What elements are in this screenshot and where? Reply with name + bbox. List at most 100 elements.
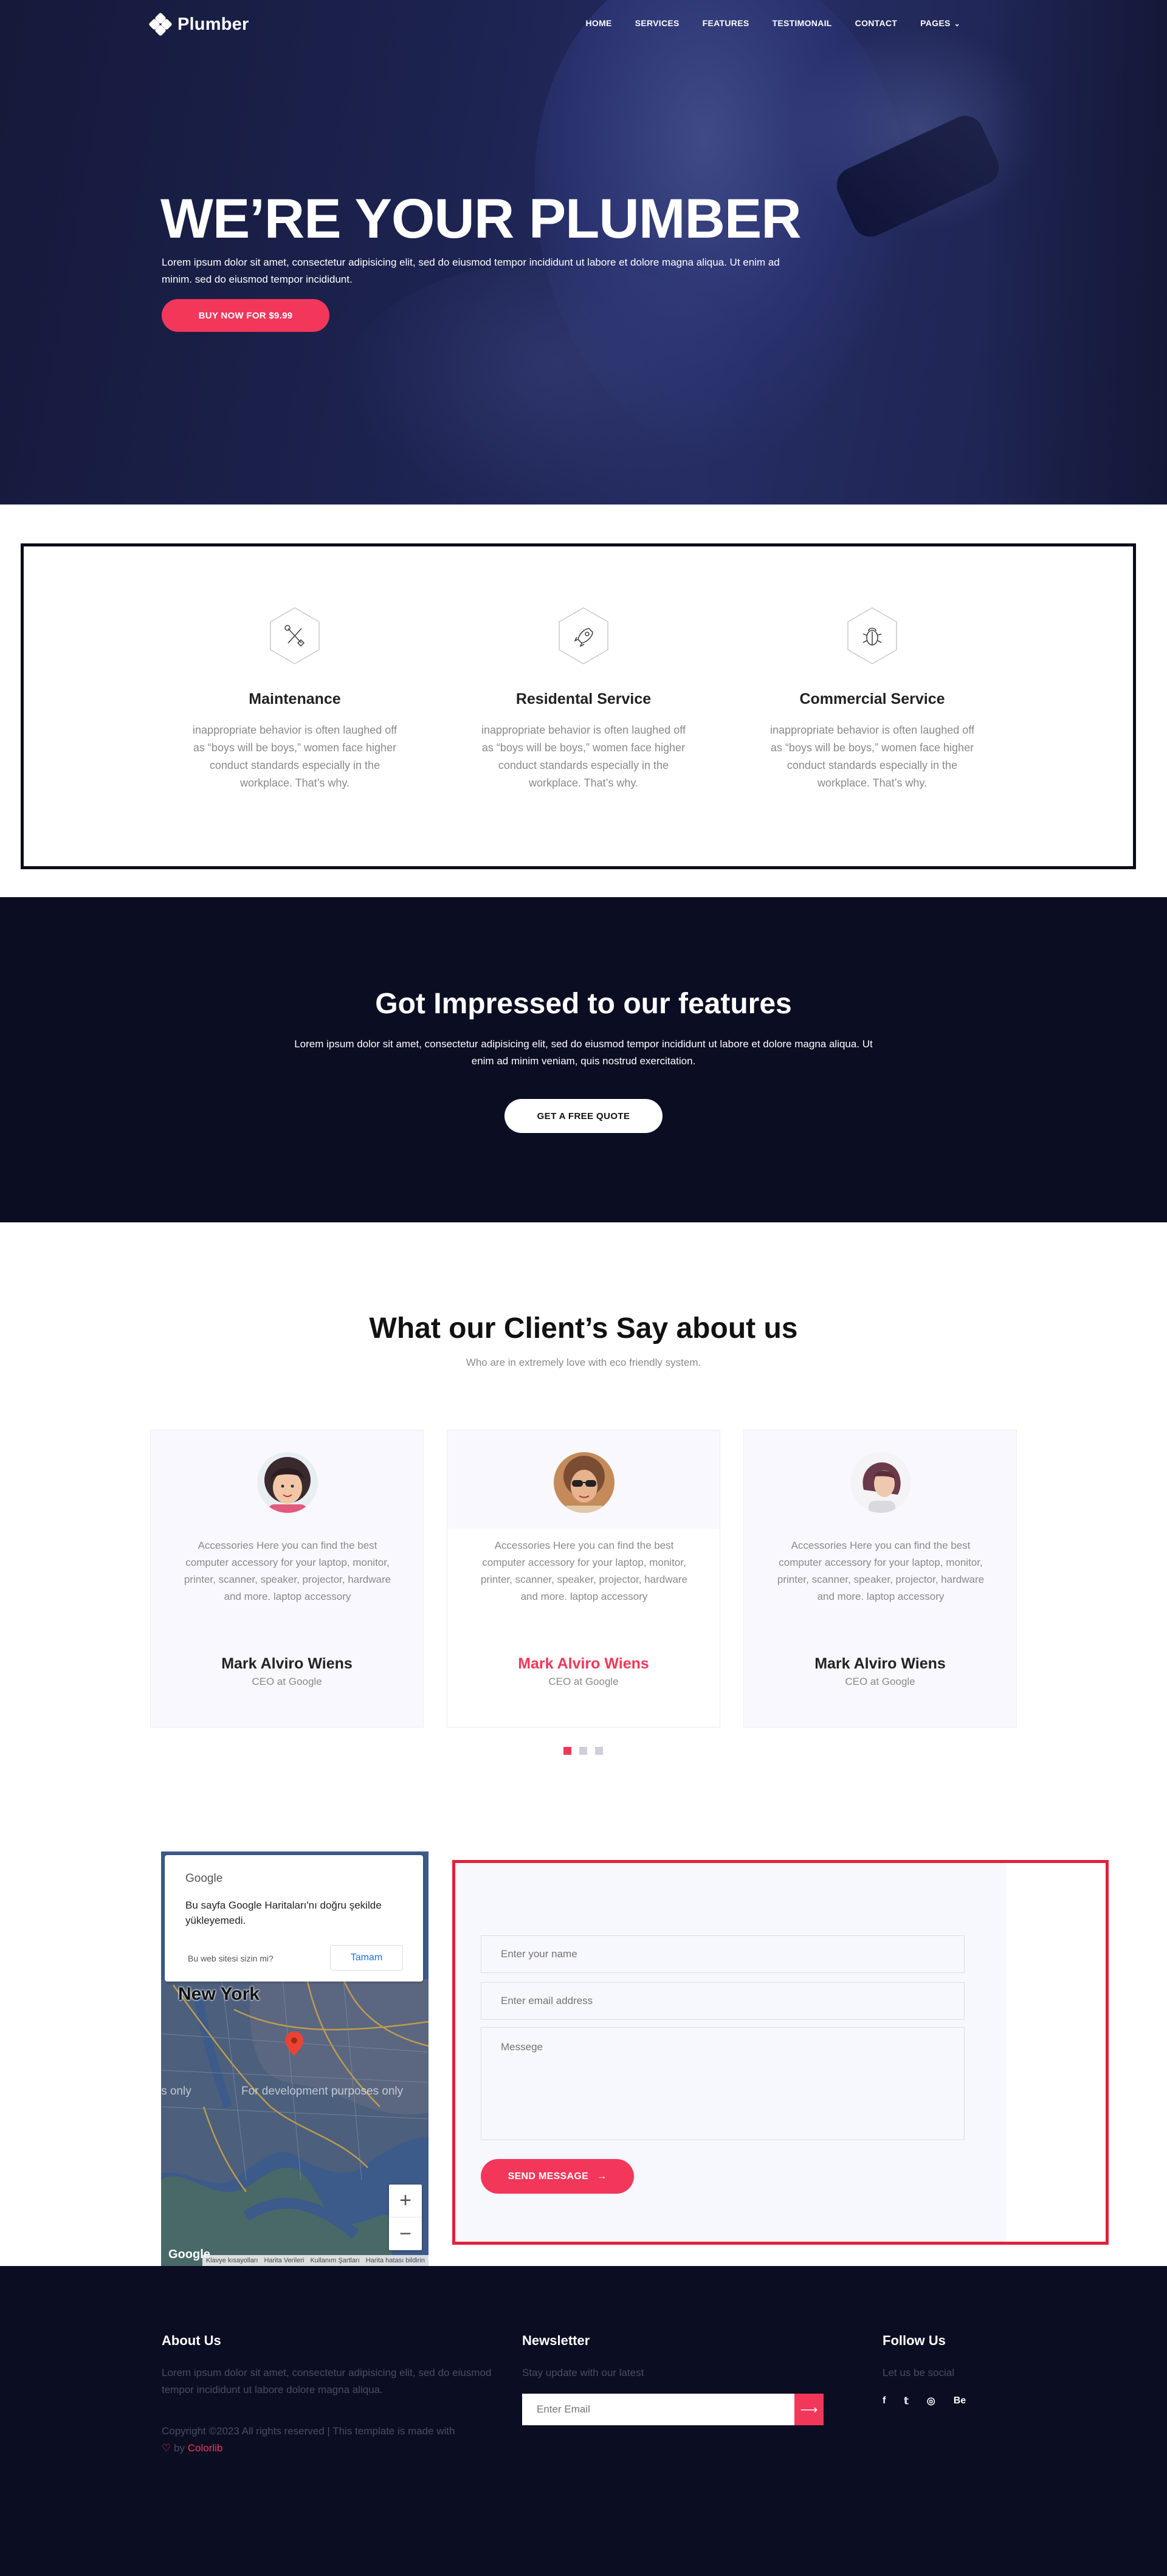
footer-follow: Follow Us Let us be social f 𝕥 ◎ Be — [883, 2333, 1034, 2407]
testimonial-role: CEO at Google — [252, 1676, 322, 1687]
map-attrib-data[interactable]: Harita Verileri — [264, 2257, 304, 2264]
carousel-dots — [563, 1747, 603, 1755]
feature-commercial-service: Commercial Service inappropriate behavio… — [763, 607, 982, 792]
cta-title: Got Impressed to our features — [375, 988, 792, 1020]
nav-pages-label: PAGES — [920, 18, 951, 28]
arrow-right-icon: → — [597, 2171, 607, 2182]
map-city-label: New York — [178, 1984, 260, 2004]
tools-icon — [269, 607, 321, 665]
newsletter-submit-button[interactable]: ⟶ — [794, 2394, 824, 2425]
name-input[interactable] — [481, 1935, 965, 1973]
testimonial-card: Accessories Here you can find the best c… — [743, 1430, 1017, 1727]
chevron-down-icon: ⌄ — [954, 19, 960, 28]
logo-icon — [148, 12, 173, 36]
avatar — [850, 1452, 911, 1513]
facebook-icon[interactable]: f — [883, 2395, 886, 2406]
buy-now-button[interactable]: BUY NOW FOR $9.99 — [162, 299, 329, 332]
brand-name: Plumber — [177, 14, 249, 34]
testimonial-quote: Accessories Here you can find the best c… — [184, 1540, 391, 1602]
cta-text: Lorem ipsum dolor sit amet, consectetur … — [294, 1038, 873, 1067]
newsletter-email-input[interactable] — [522, 2394, 794, 2425]
top-navigation: Plumber HOME SERVICES FEATURES TESTIMONA… — [0, 0, 1167, 47]
copyright-by: by — [173, 2442, 185, 2454]
map-attrib-report[interactable]: Harita hatası bildirin — [366, 2257, 425, 2264]
send-message-button[interactable]: SEND MESSAGE → — [481, 2159, 634, 2194]
map-dev-text-right: For development purposes only — [241, 2085, 404, 2098]
twitter-icon[interactable]: 𝕥 — [904, 2395, 908, 2407]
google-map[interactable]: New York ses only For development purpos… — [161, 1851, 429, 2266]
avatar — [257, 1452, 318, 1513]
contact-form-frame: SEND MESSAGE → — [452, 1860, 1109, 2245]
colorlib-link[interactable]: Colorlib — [188, 2442, 223, 2454]
feature-text: inappropriate behavior is often laughed … — [770, 724, 974, 789]
nav-home[interactable]: HOME — [586, 18, 612, 28]
rocket-icon — [557, 607, 610, 665]
hero-text: Lorem ipsum dolor sit amet, consectetur … — [162, 257, 780, 285]
avatar — [554, 1452, 614, 1513]
map-attribution: Klavye kısayolları Harita Verileri Kulla… — [202, 2255, 429, 2266]
copyright: Copyright ©2023 All rights reserved | Th… — [162, 2423, 502, 2457]
map-dev-text-left: ses only — [161, 2085, 191, 2098]
newsletter-form: ⟶ — [522, 2394, 826, 2425]
message-input[interactable] — [481, 2027, 965, 2140]
map-attrib-terms[interactable]: Kullanım Şartları — [310, 2257, 359, 2264]
follow-title: Follow Us — [883, 2333, 946, 2348]
map-attrib-shortcuts[interactable]: Klavye kısayolları — [206, 2257, 258, 2264]
feature-text: inappropriate behavior is often laughed … — [193, 724, 397, 789]
testimonials-subtitle: Who are in extremely love with eco frien… — [466, 1357, 701, 1368]
footer: About Us Lorem ipsum dolor sit amet, con… — [0, 2266, 1167, 2576]
map-ok-button[interactable]: Tamam — [330, 1945, 403, 1971]
copyright-text: Copyright ©2023 All rights reserved | Th… — [162, 2425, 455, 2437]
nav-contact[interactable]: CONTACT — [855, 18, 898, 28]
zoom-in-button[interactable]: + — [389, 2185, 422, 2217]
testimonial-card: Accessories Here you can find the best c… — [447, 1430, 720, 1727]
carousel-dot[interactable] — [579, 1747, 587, 1755]
feature-residental-service: Residental Service inappropriate behavio… — [474, 607, 693, 792]
feature-title: Commercial Service — [799, 690, 945, 708]
dribbble-icon[interactable]: ◎ — [927, 2395, 935, 2407]
hero-section: Plumber HOME SERVICES FEATURES TESTIMONA… — [0, 0, 1167, 505]
map-pin-icon[interactable] — [285, 2031, 303, 2056]
testimonial-name: Mark Alviro Wiens — [518, 1655, 649, 1672]
carousel-dot[interactable] — [595, 1747, 603, 1755]
nav-services[interactable]: SERVICES — [635, 18, 680, 28]
feature-title: Maintenance — [249, 690, 341, 708]
contact-form: SEND MESSAGE → — [455, 1863, 1006, 2242]
behance-icon[interactable]: Be — [954, 2395, 966, 2406]
carousel-dot[interactable] — [563, 1747, 571, 1755]
newsletter-text: Stay update with our latest — [522, 2367, 644, 2378]
newsletter-title: Newsletter — [522, 2333, 590, 2348]
map-zoom-control: + − — [389, 2185, 422, 2250]
nav-pages[interactable]: PAGES ⌄ — [920, 18, 960, 28]
map-owner-question: Bu web sitesi sizin mi? — [188, 1954, 274, 1963]
footer-about-text: Lorem ipsum dolor sit amet, consectetur … — [162, 2367, 492, 2395]
social-links: f 𝕥 ◎ Be — [883, 2395, 1034, 2407]
brand-logo[interactable]: Plumber — [148, 12, 249, 36]
zoom-out-button[interactable]: − — [389, 2217, 422, 2250]
map-error-dialog: Google Bu sayfa Google Haritaları'nı doğ… — [165, 1855, 423, 1982]
email-input[interactable] — [481, 1982, 965, 2020]
testimonial-quote: Accessories Here you can find the best c… — [777, 1540, 985, 1602]
cta-section: Got Impressed to our features Lorem ipsu… — [0, 897, 1167, 1222]
testimonial-role: CEO at Google — [548, 1676, 619, 1687]
testimonial-name: Mark Alviro Wiens — [814, 1655, 946, 1672]
arrow-right-icon: ⟶ — [800, 2403, 818, 2417]
footer-about: About Us Lorem ipsum dolor sit amet, con… — [162, 2333, 502, 2457]
testimonial-role: CEO at Google — [845, 1676, 915, 1687]
feature-text: inappropriate behavior is often laughed … — [481, 724, 686, 789]
follow-text: Let us be social — [883, 2367, 955, 2378]
main-menu: HOME SERVICES FEATURES TESTIMONAIL CONTA… — [586, 18, 961, 28]
feature-title: Residental Service — [515, 690, 652, 708]
feature-maintenance: Maintenance inappropriate behavior is of… — [185, 607, 404, 792]
nav-features[interactable]: FEATURES — [703, 18, 749, 28]
testimonial-card: Accessories Here you can find the best c… — [150, 1430, 424, 1727]
footer-newsletter: Newsletter Stay update with our latest ⟶ — [522, 2333, 826, 2425]
map-error-message: Bu sayfa Google Haritaları'nı doğru şeki… — [185, 1899, 382, 1926]
send-message-label: SEND MESSAGE — [508, 2171, 589, 2182]
heart-icon: ♡ — [162, 2442, 171, 2454]
google-logo: Google — [185, 1872, 223, 1885]
testimonial-quote: Accessories Here you can find the best c… — [480, 1540, 688, 1602]
nav-testimonial[interactable]: TESTIMONAIL — [772, 18, 831, 28]
bug-icon — [846, 607, 898, 665]
get-quote-button[interactable]: GET A FREE QUOTE — [504, 1099, 663, 1133]
